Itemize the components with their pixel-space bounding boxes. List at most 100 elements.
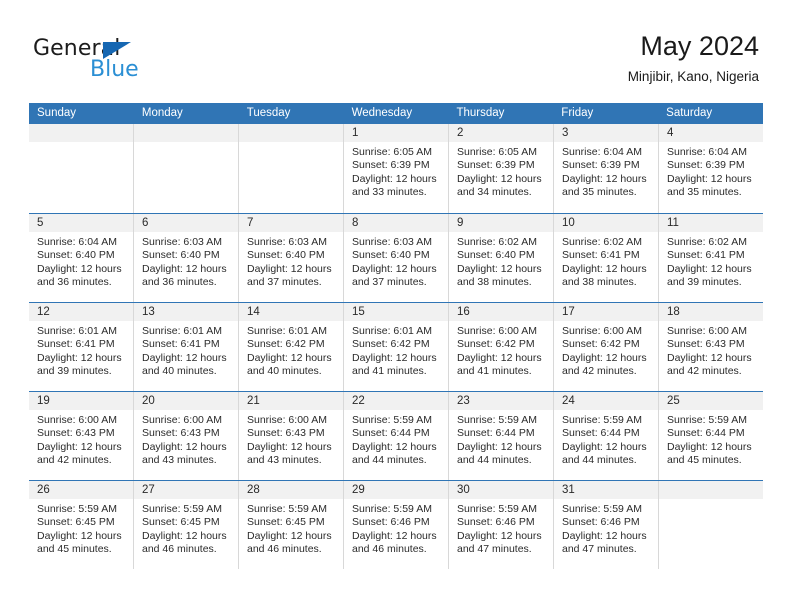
day-number: 25 xyxy=(659,392,763,410)
calendar-day-cell[interactable]: 17 Sunrise: 6:00 AM Sunset: 6:42 PM Dayligh… xyxy=(554,303,659,391)
sunset-time: Sunset: 6:43 PM xyxy=(667,338,745,351)
day-number: 26 xyxy=(29,481,133,499)
calendar-day-cell[interactable]: 7 Sunrise: 6:03 AM Sunset: 6:40 PM Daylight… xyxy=(239,214,344,302)
day-details: Sunrise: 5:59 AM Sunset: 6:44 PM Daylight:… xyxy=(554,410,658,468)
calendar-day-cell[interactable]: 6 Sunrise: 6:03 AM Sunset: 6:40 PM Daylight… xyxy=(134,214,239,302)
sunset-time: Sunset: 6:42 PM xyxy=(352,338,430,351)
sunrise-time: Sunrise: 6:01 AM xyxy=(247,325,327,337)
calendar-day-cell[interactable]: 23 Sunrise: 5:59 AM Sunset: 6:44 PM Dayligh… xyxy=(449,392,554,480)
day-details: Sunrise: 6:04 AM Sunset: 6:40 PM Daylight:… xyxy=(29,232,133,290)
sunrise-time: Sunrise: 6:01 AM xyxy=(352,325,432,337)
generalblue-logo[interactable]: General Blue xyxy=(33,36,203,88)
daylight-duration-line1: Daylight: 12 hours xyxy=(562,262,647,275)
day-number: 6 xyxy=(134,214,238,232)
sunrise-time: Sunrise: 5:59 AM xyxy=(142,503,222,515)
calendar-day-cell[interactable]: 25 Sunrise: 5:59 AM Sunset: 6:44 PM Dayligh… xyxy=(659,392,763,480)
daylight-duration-line2: and 39 minutes. xyxy=(37,365,112,378)
sunset-time: Sunset: 6:40 PM xyxy=(37,249,115,262)
calendar-day-cell[interactable]: 4 Sunrise: 6:04 AM Sunset: 6:39 PM Daylight… xyxy=(659,124,763,213)
calendar-day-cell[interactable]: 9 Sunrise: 6:02 AM Sunset: 6:40 PM Daylight… xyxy=(449,214,554,302)
day-number: 30 xyxy=(449,481,553,499)
daylight-duration-line1: Daylight: 12 hours xyxy=(352,262,437,275)
daylight-duration-line1: Daylight: 12 hours xyxy=(37,529,122,542)
calendar-day-cell[interactable]: 3 Sunrise: 6:04 AM Sunset: 6:39 PM Daylight… xyxy=(554,124,659,213)
sunrise-time: Sunrise: 5:59 AM xyxy=(37,503,117,515)
calendar-day-cell[interactable]: 20 Sunrise: 6:00 AM Sunset: 6:43 PM Dayligh… xyxy=(134,392,239,480)
day-number: 15 xyxy=(344,303,448,321)
sunset-time: Sunset: 6:44 PM xyxy=(352,427,430,440)
daylight-duration-line2: and 44 minutes. xyxy=(562,454,637,467)
calendar-day-cell[interactable]: 16 Sunrise: 6:00 AM Sunset: 6:42 PM Dayligh… xyxy=(449,303,554,391)
sunset-time: Sunset: 6:44 PM xyxy=(667,427,745,440)
calendar-day-cell[interactable]: 14 Sunrise: 6:01 AM Sunset: 6:42 PM Dayligh… xyxy=(239,303,344,391)
day-details: Sunrise: 5:59 AM Sunset: 6:46 PM Daylight:… xyxy=(554,499,658,557)
day-details: Sunrise: 6:00 AM Sunset: 6:43 PM Daylight:… xyxy=(659,321,763,379)
day-number: 20 xyxy=(134,392,238,410)
day-number: 12 xyxy=(29,303,133,321)
day-number: 22 xyxy=(344,392,448,410)
day-number: 8 xyxy=(344,214,448,232)
weekday-header-row: Sunday Monday Tuesday Wednesday Thursday… xyxy=(29,103,763,124)
calendar-day-cell[interactable]: 11 Sunrise: 6:02 AM Sunset: 6:41 PM Dayligh… xyxy=(659,214,763,302)
day-number: 27 xyxy=(134,481,238,499)
calendar-day-cell[interactable]: 1 Sunrise: 6:05 AM Sunset: 6:39 PM Daylight… xyxy=(344,124,449,213)
calendar-day-cell[interactable]: 21 Sunrise: 6:00 AM Sunset: 6:43 PM Dayligh… xyxy=(239,392,344,480)
daylight-duration-line2: and 35 minutes. xyxy=(667,186,742,199)
weekday-header-saturday: Saturday xyxy=(666,107,713,119)
weekday-header-sunday: Sunday xyxy=(37,107,77,119)
weekday-header-friday: Friday xyxy=(561,107,594,119)
calendar-day-cell[interactable]: 12 Sunrise: 6:01 AM Sunset: 6:41 PM Dayligh… xyxy=(29,303,134,391)
calendar-day-cell[interactable]: 28 Sunrise: 5:59 AM Sunset: 6:45 PM Dayligh… xyxy=(239,481,344,569)
calendar-day-cell[interactable]: 13 Sunrise: 6:01 AM Sunset: 6:41 PM Dayligh… xyxy=(134,303,239,391)
daylight-duration-line1: Daylight: 12 hours xyxy=(562,440,647,453)
calendar-day-cell[interactable]: 18 Sunrise: 6:00 AM Sunset: 6:43 PM Dayligh… xyxy=(659,303,763,391)
daylight-duration-line2: and 44 minutes. xyxy=(352,454,427,467)
day-number: 28 xyxy=(239,481,343,499)
day-number: 10 xyxy=(554,214,658,232)
calendar-day-cell[interactable]: 8 Sunrise: 6:03 AM Sunset: 6:40 PM Daylight… xyxy=(344,214,449,302)
calendar-day-cell-empty xyxy=(659,481,763,569)
sunrise-time: Sunrise: 6:04 AM xyxy=(667,146,747,158)
daylight-duration-line2: and 46 minutes. xyxy=(247,543,322,556)
calendar-day-cell[interactable]: 22 Sunrise: 5:59 AM Sunset: 6:44 PM Dayligh… xyxy=(344,392,449,480)
calendar-day-cell[interactable]: 26 Sunrise: 5:59 AM Sunset: 6:45 PM Dayligh… xyxy=(29,481,134,569)
day-details: Sunrise: 6:00 AM Sunset: 6:42 PM Daylight:… xyxy=(554,321,658,379)
day-details: Sunrise: 6:02 AM Sunset: 6:40 PM Daylight:… xyxy=(449,232,553,290)
daylight-duration-line2: and 43 minutes. xyxy=(247,454,322,467)
calendar-day-cell[interactable]: 19 Sunrise: 6:00 AM Sunset: 6:43 PM Dayligh… xyxy=(29,392,134,480)
daylight-duration-line1: Daylight: 12 hours xyxy=(142,440,227,453)
calendar-day-cell[interactable]: 30 Sunrise: 5:59 AM Sunset: 6:46 PM Dayligh… xyxy=(449,481,554,569)
sunrise-time: Sunrise: 6:03 AM xyxy=(247,236,327,248)
calendar-day-cell[interactable]: 29 Sunrise: 5:59 AM Sunset: 6:46 PM Dayligh… xyxy=(344,481,449,569)
day-number: 24 xyxy=(554,392,658,410)
daylight-duration-line1: Daylight: 12 hours xyxy=(247,440,332,453)
daylight-duration-line2: and 45 minutes. xyxy=(667,454,742,467)
calendar-day-cell[interactable]: 2 Sunrise: 6:05 AM Sunset: 6:39 PM Daylight… xyxy=(449,124,554,213)
sunset-time: Sunset: 6:42 PM xyxy=(562,338,640,351)
calendar-day-cell[interactable]: 27 Sunrise: 5:59 AM Sunset: 6:45 PM Dayligh… xyxy=(134,481,239,569)
daylight-duration-line2: and 34 minutes. xyxy=(457,186,532,199)
day-details: Sunrise: 6:01 AM Sunset: 6:41 PM Daylight:… xyxy=(134,321,238,379)
day-number: 19 xyxy=(29,392,133,410)
daylight-duration-line2: and 37 minutes. xyxy=(247,276,322,289)
sunrise-time: Sunrise: 5:59 AM xyxy=(352,414,432,426)
day-details: Sunrise: 6:02 AM Sunset: 6:41 PM Daylight:… xyxy=(554,232,658,290)
daylight-duration-line2: and 47 minutes. xyxy=(457,543,532,556)
daylight-duration-line2: and 42 minutes. xyxy=(667,365,742,378)
sunset-time: Sunset: 6:39 PM xyxy=(352,159,430,172)
day-details: Sunrise: 6:01 AM Sunset: 6:42 PM Daylight:… xyxy=(239,321,343,379)
sunrise-time: Sunrise: 6:05 AM xyxy=(457,146,537,158)
daylight-duration-line2: and 45 minutes. xyxy=(37,543,112,556)
calendar-day-cell[interactable]: 15 Sunrise: 6:01 AM Sunset: 6:42 PM Dayligh… xyxy=(344,303,449,391)
calendar-day-cell[interactable]: 5 Sunrise: 6:04 AM Sunset: 6:40 PM Daylight… xyxy=(29,214,134,302)
daylight-duration-line2: and 37 minutes. xyxy=(352,276,427,289)
sunset-time: Sunset: 6:44 PM xyxy=(562,427,640,440)
sunset-time: Sunset: 6:46 PM xyxy=(352,516,430,529)
daylight-duration-line2: and 47 minutes. xyxy=(562,543,637,556)
calendar-day-cell[interactable]: 10 Sunrise: 6:02 AM Sunset: 6:41 PM Dayligh… xyxy=(554,214,659,302)
sunset-time: Sunset: 6:45 PM xyxy=(142,516,220,529)
calendar-day-cell[interactable]: 31 Sunrise: 5:59 AM Sunset: 6:46 PM Dayligh… xyxy=(554,481,659,569)
daylight-duration-line1: Daylight: 12 hours xyxy=(247,262,332,275)
daylight-duration-line1: Daylight: 12 hours xyxy=(457,262,542,275)
calendar-day-cell[interactable]: 24 Sunrise: 5:59 AM Sunset: 6:44 PM Dayligh… xyxy=(554,392,659,480)
